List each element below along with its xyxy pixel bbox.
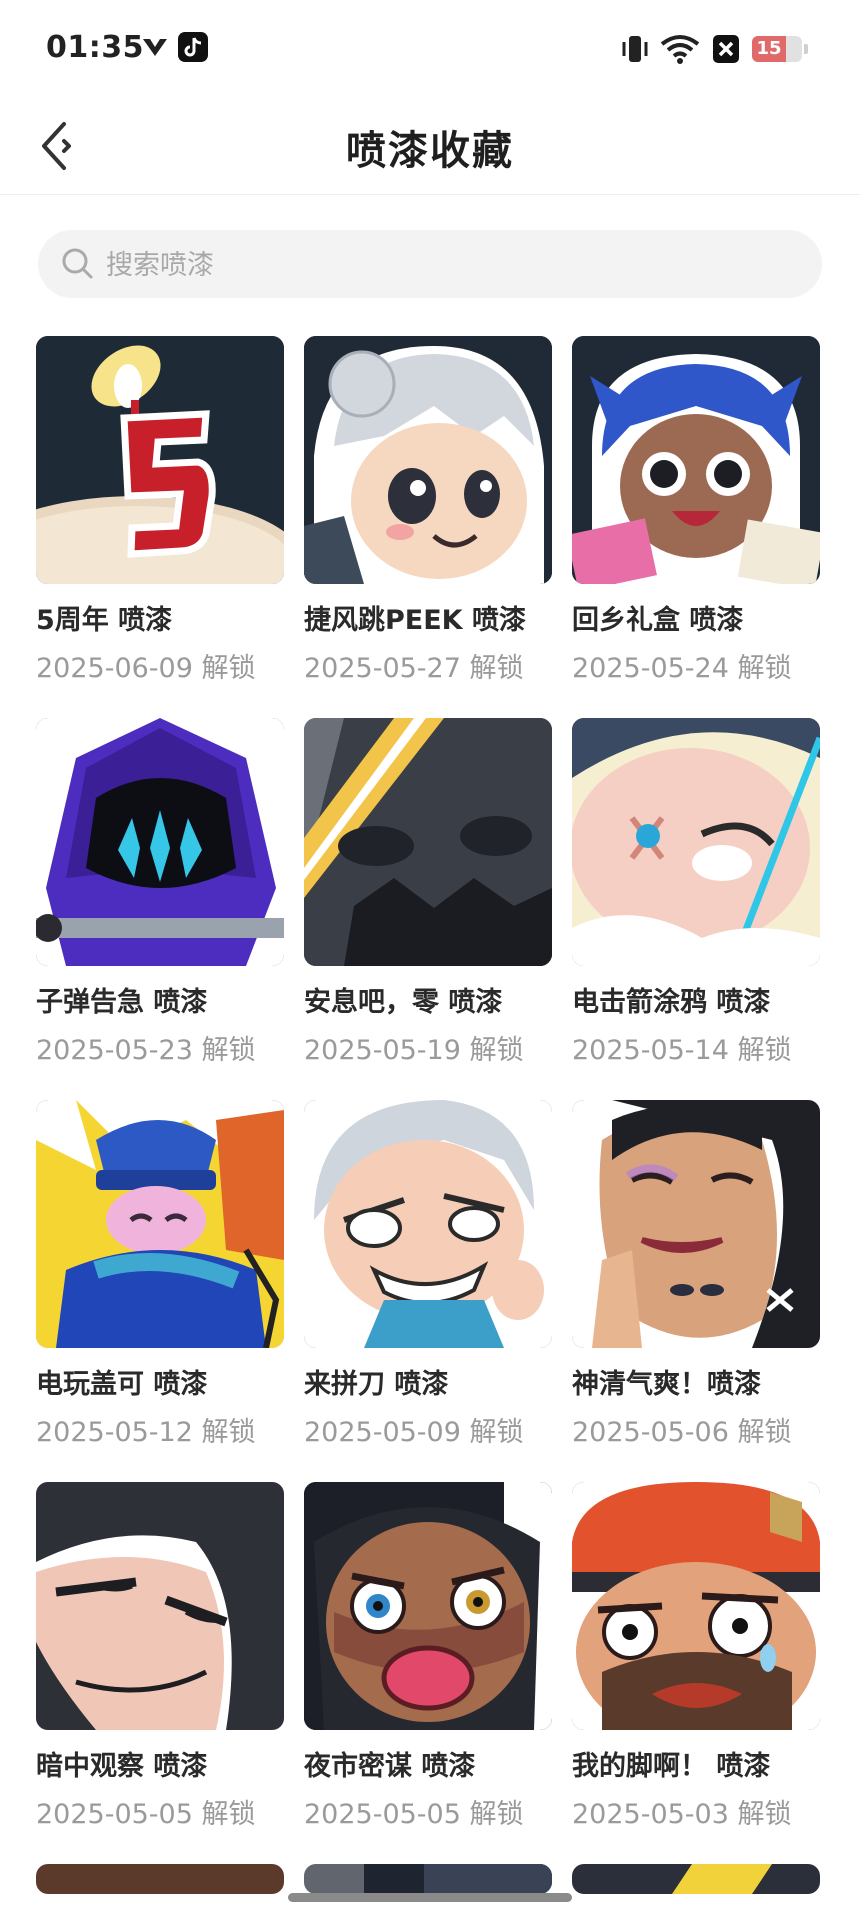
status-time: 01:35 [46,30,144,65]
search-input[interactable] [104,230,788,300]
vpn-icon [140,34,170,66]
spray-card[interactable]: 安息吧，零 喷漆 2025-05-19 解锁 [304,718,554,1078]
spray-image-partial [304,1864,552,1894]
spray-title: 我的脚啊！ 喷漆 [572,1751,771,1782]
spray-card[interactable]: 暗中观察 喷漆 2025-05-05 解锁 [36,1482,286,1842]
status-bar: 01:35 15 [0,0,860,96]
spray-image-gamer-gekko [36,1100,284,1348]
spray-title: 电玩盖可 喷漆 [36,1369,208,1400]
spray-image-out-of-ammo [36,718,284,966]
spray-date: 2025-06-09 解锁 [36,653,256,684]
home-indicator[interactable] [288,1893,572,1902]
spray-date: 2025-05-06 解锁 [572,1417,792,1448]
spray-title: 暗中观察 喷漆 [36,1751,208,1782]
vibrate-icon [620,34,650,68]
spray-image-night-market-plot [304,1482,552,1730]
spray-title: 电击箭涂鸦 喷漆 [572,987,771,1018]
spray-image-homecoming-gift [572,336,820,584]
spray-date: 2025-05-24 解锁 [572,653,792,684]
tiktok-icon [178,32,208,66]
spray-date: 2025-05-23 解锁 [36,1035,256,1066]
spray-image-shock-dart-graffiti [572,718,820,966]
page-title: 喷漆收藏 [346,128,514,174]
spray-image-5th-anniversary [36,336,284,584]
spray-image-observing [36,1482,284,1730]
spray-image-refreshed [572,1100,820,1348]
spray-card[interactable]: 回乡礼盒 喷漆 2025-05-24 解锁 [572,336,822,696]
spray-date: 2025-05-19 解锁 [304,1035,524,1066]
spray-title: 回乡礼盒 喷漆 [572,605,744,636]
spray-title: 神清气爽！喷漆 [572,1369,761,1400]
spray-image-partial [36,1864,284,1894]
spray-card[interactable]: 捷风跳PEEK 喷漆 2025-05-27 解锁 [304,336,554,696]
spray-card[interactable]: 夜市密谋 喷漆 2025-05-05 解锁 [304,1482,554,1842]
spray-title: 子弹告急 喷漆 [36,987,208,1018]
spray-date: 2025-05-03 解锁 [572,1799,792,1830]
search-bar[interactable] [38,230,822,300]
spray-card-partial[interactable] [572,1864,822,1894]
spray-date: 2025-05-12 解锁 [36,1417,256,1448]
spray-date: 2025-05-14 解锁 [572,1035,792,1066]
wifi-icon [660,34,700,68]
spray-title: 捷风跳PEEK 喷漆 [304,605,526,636]
spray-date: 2025-05-27 解锁 [304,653,524,684]
spray-date: 2025-05-09 解锁 [304,1417,524,1448]
nav-bar: 喷漆收藏 [0,96,860,195]
spray-card[interactable]: 来拼刀 喷漆 2025-05-09 解锁 [304,1100,554,1460]
spray-date: 2025-05-05 解锁 [304,1799,524,1830]
spray-date: 2025-05-05 解锁 [36,1799,256,1830]
spray-card-partial[interactable] [304,1864,554,1894]
spray-card[interactable]: 我的脚啊！ 喷漆 2025-05-03 解锁 [572,1482,822,1842]
spray-image-rest-zero [304,718,552,966]
spray-title: 夜市密谋 喷漆 [304,1751,476,1782]
spray-title: 5周年 喷漆 [36,605,173,636]
spray-image-partial [572,1864,820,1894]
spray-image-my-foot [572,1482,820,1730]
spray-title: 安息吧，零 喷漆 [304,987,503,1018]
spray-card-partial[interactable] [36,1864,286,1894]
battery-tip [804,44,808,54]
spray-card[interactable]: 电击箭涂鸦 喷漆 2025-05-14 解锁 [572,718,822,1078]
search-icon [60,246,96,286]
sim-off-icon [712,34,740,68]
spray-card[interactable]: 5周年 喷漆 2025-06-09 解锁 [36,336,286,696]
spray-card[interactable]: 电玩盖可 喷漆 2025-05-12 解锁 [36,1100,286,1460]
spray-card[interactable]: 神清气爽！喷漆 2025-05-06 解锁 [572,1100,822,1460]
spray-image-knife-fight [304,1100,552,1348]
spray-title: 来拼刀 喷漆 [304,1369,449,1400]
spray-card[interactable]: 子弹告急 喷漆 2025-05-23 解锁 [36,718,286,1078]
spray-image-jett-peek [304,336,552,584]
battery-icon: 15 [752,36,802,62]
battery-level: 15 [756,38,782,59]
